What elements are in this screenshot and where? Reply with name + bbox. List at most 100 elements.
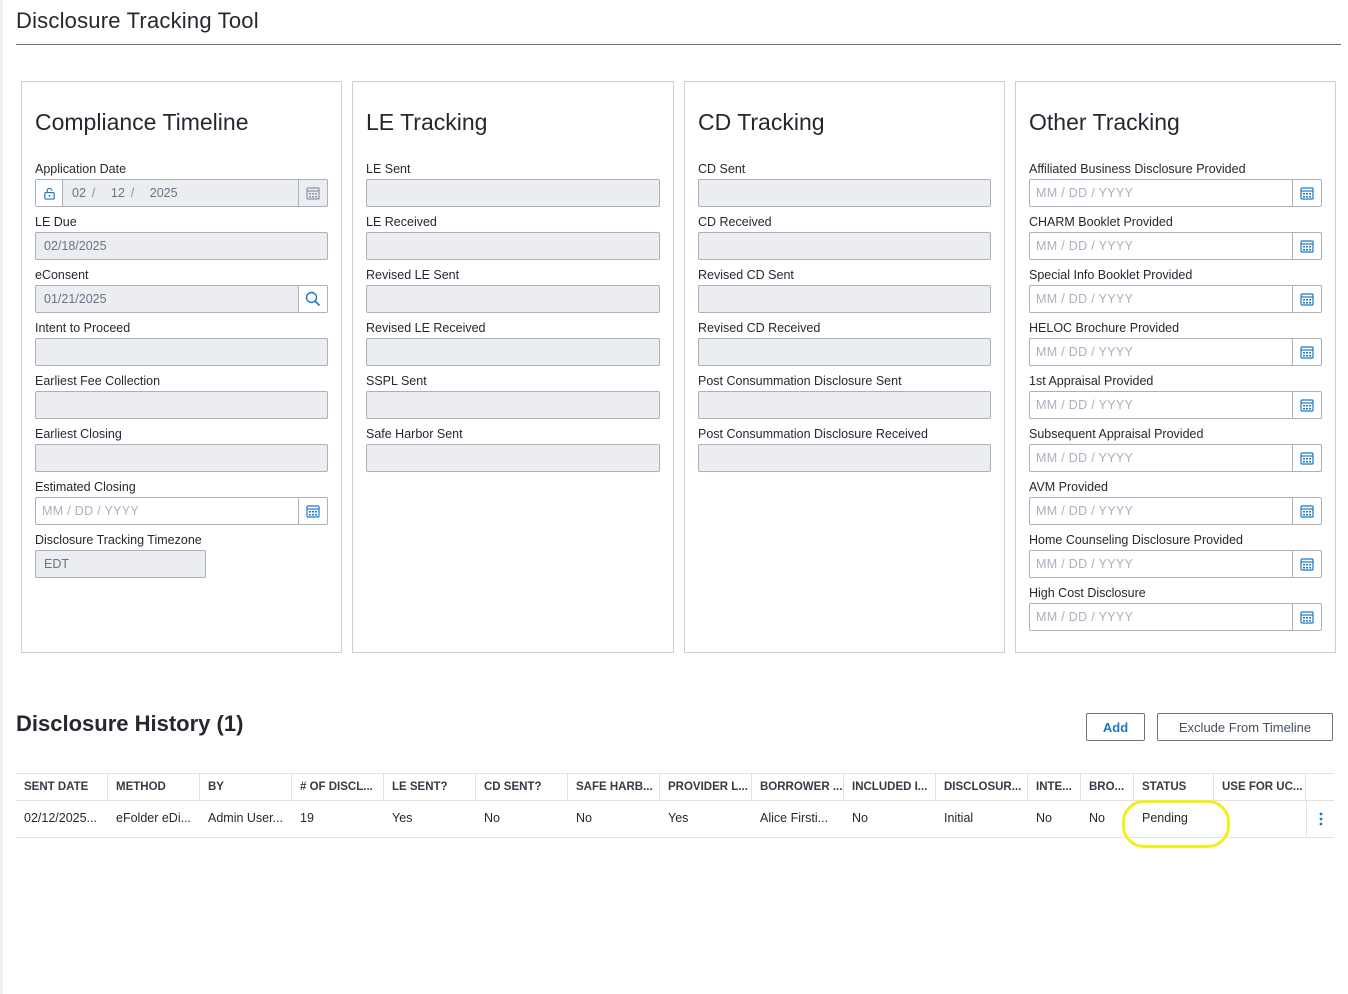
field-label: Safe Harbor Sent <box>366 427 463 441</box>
field-label: 1st Appraisal Provided <box>1029 374 1154 388</box>
charm-booklet-provided-input[interactable]: MM / DD / YYYY <box>1029 232 1322 260</box>
exclude-from-timeline-button[interactable]: Exclude From Timeline <box>1157 713 1333 741</box>
le-tracking-fields: LE Sent LE Received Revised LE Sent Revised… <box>366 162 660 480</box>
post-consummation-disclosure-received-input[interactable] <box>698 444 991 472</box>
page-title: Disclosure Tracking Tool <box>16 8 259 33</box>
cell-status: Pending <box>1142 811 1188 825</box>
calendar-icon[interactable] <box>1292 339 1321 365</box>
safe-harbor-sent-input[interactable] <box>366 444 660 472</box>
placeholder-day: DD <box>1068 186 1088 200</box>
cell-inte: No <box>1036 811 1052 825</box>
1st-appraisal-provided-input[interactable]: MM / DD / YYYY <box>1029 391 1322 419</box>
calendar-icon[interactable] <box>1292 180 1321 206</box>
revised-le-sent-input[interactable] <box>366 285 660 313</box>
field-label: Affiliated Business Disclosure Provided <box>1029 162 1246 176</box>
estimated-closing-input[interactable]: MM / DD / YYYY <box>35 497 328 525</box>
calendar-icon[interactable] <box>1292 445 1321 471</box>
panel-title: Other Tracking <box>1029 109 1180 135</box>
subsequent-appraisal-provided-field: Subsequent Appraisal Provided MM / DD / Y… <box>1029 427 1322 480</box>
timezone-field: Disclosure Tracking Timezone EDT <box>35 533 328 586</box>
unlock-icon[interactable] <box>36 180 63 206</box>
add-button[interactable]: Add <box>1086 713 1145 741</box>
heloc-brochure-provided-input[interactable]: MM / DD / YYYY <box>1029 338 1322 366</box>
affiliated-business-disclosure-provided-input[interactable]: MM / DD / YYYY <box>1029 179 1322 207</box>
calendar-icon[interactable] <box>1292 286 1321 312</box>
panel-title: CD Tracking <box>698 109 825 135</box>
cd-received-input[interactable] <box>698 232 991 260</box>
panel-title: Compliance Timeline <box>35 109 249 135</box>
earliest-fee-collection-input[interactable] <box>35 391 328 419</box>
cell-bro: No <box>1089 811 1105 825</box>
column-header-by[interactable]: BY <box>200 774 292 801</box>
post-consummation-disclosure-sent-field: Post Consummation Disclosure Sent <box>698 374 991 427</box>
post-consummation-disclosure-received-field: Post Consummation Disclosure Received <box>698 427 991 480</box>
estimated-closing-field: Estimated Closing MM / DD / YYYY <box>35 480 328 533</box>
column-header-safe-harb[interactable]: SAFE HARB... <box>568 774 660 801</box>
column-header-use-for-uc[interactable]: USE FOR UC... <box>1214 774 1306 801</box>
column-header-le-sent[interactable]: LE SENT? <box>384 774 476 801</box>
calendar-icon[interactable] <box>1292 392 1321 418</box>
column-header-provider-l[interactable]: PROVIDER L... <box>660 774 752 801</box>
heloc-brochure-provided-field: HELOC Brochure Provided MM / DD / YYYY <box>1029 321 1322 374</box>
column-header-of-discl[interactable]: # OF DISCL... <box>292 774 384 801</box>
special-info-booklet-provided-input[interactable]: MM / DD / YYYY <box>1029 285 1322 313</box>
cell-borrower: Alice Firsti... <box>760 811 829 825</box>
field-label: High Cost Disclosure <box>1029 586 1146 600</box>
le-due-input[interactable]: 02/18/2025 <box>35 232 328 260</box>
column-header-cd-sent[interactable]: CD SENT? <box>476 774 568 801</box>
column-header-sent-date[interactable]: SENT DATE <box>16 774 108 801</box>
application-date-input[interactable]: 02/ 12/ 2025 <box>35 179 328 207</box>
field-label: Estimated Closing <box>35 480 136 494</box>
post-consummation-disclosure-sent-input[interactable] <box>698 391 991 419</box>
subsequent-appraisal-provided-input[interactable]: MM / DD / YYYY <box>1029 444 1322 472</box>
cd-sent-input[interactable] <box>698 179 991 207</box>
compliance-timeline-panel: Compliance Timeline Application Date 02/… <box>21 81 342 653</box>
placeholder-month: MM <box>1036 610 1058 624</box>
column-header-disclosur[interactable]: DISCLOSUR... <box>936 774 1028 801</box>
column-header-status[interactable]: STATUS <box>1134 774 1214 801</box>
le-received-input[interactable] <box>366 232 660 260</box>
timezone-select[interactable]: EDT <box>35 550 206 578</box>
search-icon[interactable] <box>298 286 327 312</box>
placeholder-day: DD <box>1068 557 1088 571</box>
home-counseling-disclosure-provided-input[interactable]: MM / DD / YYYY <box>1029 550 1322 578</box>
revised-cd-sent-field: Revised CD Sent <box>698 268 991 321</box>
revised-le-received-input[interactable] <box>366 338 660 366</box>
earliest-closing-input[interactable] <box>35 444 328 472</box>
calendar-icon[interactable] <box>1292 233 1321 259</box>
timezone-value: EDT <box>44 557 69 571</box>
econsent-input[interactable]: 01/21/2025 <box>35 285 328 313</box>
field-label: Disclosure Tracking Timezone <box>35 533 202 547</box>
calendar-icon[interactable] <box>298 498 327 524</box>
cd-tracking-panel: CD Tracking CD Sent CD Received Revised CD… <box>684 81 1005 653</box>
safe-harbor-sent-field: Safe Harbor Sent <box>366 427 660 480</box>
more-vertical-icon[interactable] <box>1306 801 1334 837</box>
column-header-method[interactable]: METHOD <box>108 774 200 801</box>
cell-disclosur: Initial <box>944 811 974 825</box>
earliest-closing-field: Earliest Closing <box>35 427 328 480</box>
column-header-borrower[interactable]: BORROWER ... <box>752 774 844 801</box>
field-label: LE Sent <box>366 162 411 176</box>
revised-cd-sent-input[interactable] <box>698 285 991 313</box>
calendar-icon[interactable] <box>1292 551 1321 577</box>
le-sent-input[interactable] <box>366 179 660 207</box>
revised-cd-received-input[interactable] <box>698 338 991 366</box>
cell-method: eFolder eDi... <box>116 811 192 825</box>
placeholder-day: DD <box>74 504 94 518</box>
intent-to-proceed-input[interactable] <box>35 338 328 366</box>
column-header-inte[interactable]: INTE... <box>1028 774 1081 801</box>
calendar-icon[interactable] <box>298 180 327 206</box>
table-row[interactable]: 02/12/2025... eFolder eDi... Admin User...… <box>16 801 1334 838</box>
field-label: Revised CD Sent <box>698 268 794 282</box>
placeholder-year: YYYY <box>1098 292 1134 306</box>
field-label: CD Sent <box>698 162 746 176</box>
calendar-icon[interactable] <box>1292 498 1321 524</box>
sspl-sent-input[interactable] <box>366 391 660 419</box>
column-header-included-i[interactable]: INCLUDED I... <box>844 774 936 801</box>
high-cost-disclosure-input[interactable]: MM / DD / YYYY <box>1029 603 1322 631</box>
avm-provided-input[interactable]: MM / DD / YYYY <box>1029 497 1322 525</box>
field-label: CHARM Booklet Provided <box>1029 215 1173 229</box>
column-header-bro[interactable]: BRO... <box>1081 774 1134 801</box>
calendar-icon[interactable] <box>1292 604 1321 630</box>
high-cost-disclosure-field: High Cost Disclosure MM / DD / YYYY <box>1029 586 1322 639</box>
